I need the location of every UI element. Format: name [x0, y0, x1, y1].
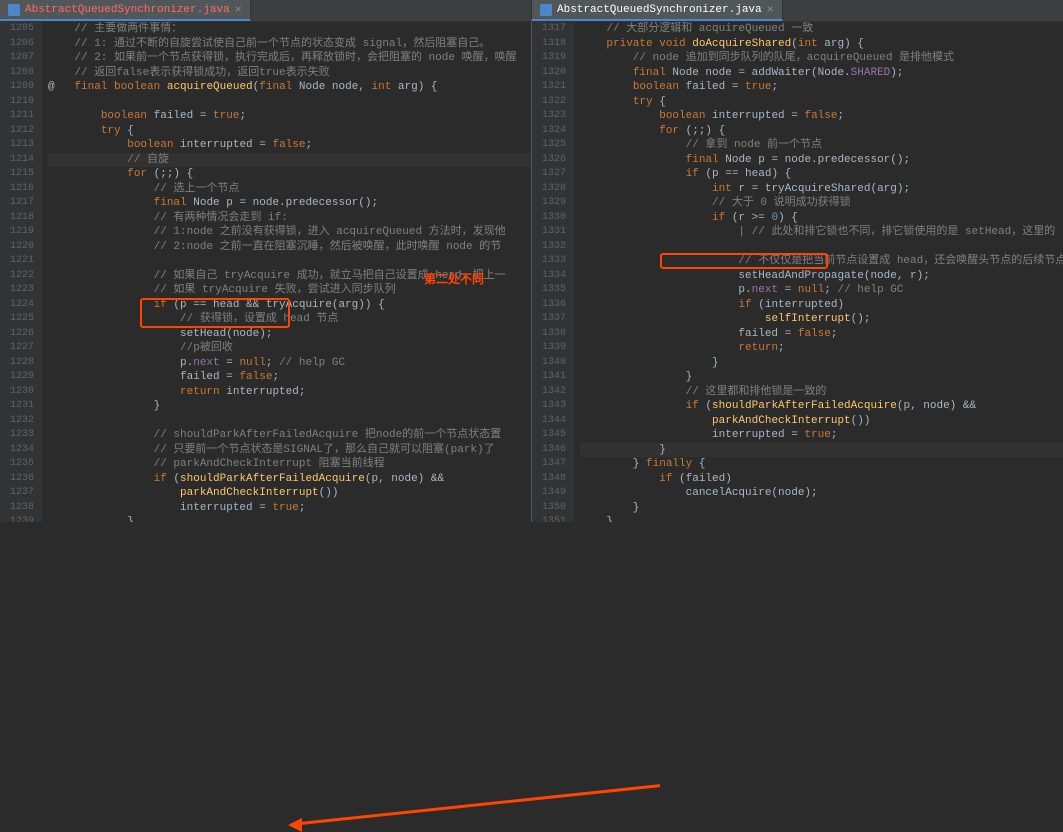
close-icon[interactable]: ×	[235, 3, 242, 17]
close-icon[interactable]: ×	[767, 3, 774, 17]
java-file-icon	[540, 4, 552, 16]
tab-label: AbstractQueuedSynchronizer.java	[25, 4, 230, 16]
tab-right-file[interactable]: AbstractQueuedSynchronizer.java ×	[531, 0, 783, 21]
java-file-icon	[8, 4, 20, 16]
split-editor: 1205120612071208120912101211121212131214…	[0, 22, 1063, 522]
tab-label: AbstractQueuedSynchronizer.java	[557, 4, 762, 16]
tab-left-file[interactable]: AbstractQueuedSynchronizer.java ×	[0, 0, 251, 21]
right-gutter: 1317131813191320132113221323132413251326…	[532, 22, 574, 522]
right-code[interactable]: // 大部分逻辑和 acquireQueued 一致 private void …	[574, 22, 1063, 522]
right-editor-pane[interactable]: 1317131813191320132113221323132413251326…	[532, 22, 1063, 522]
left-gutter: 1205120612071208120912101211121212131214…	[0, 22, 42, 522]
annotation-label: 第二处不同	[424, 270, 484, 287]
tab-bar: AbstractQueuedSynchronizer.java × Abstra…	[0, 0, 1063, 22]
